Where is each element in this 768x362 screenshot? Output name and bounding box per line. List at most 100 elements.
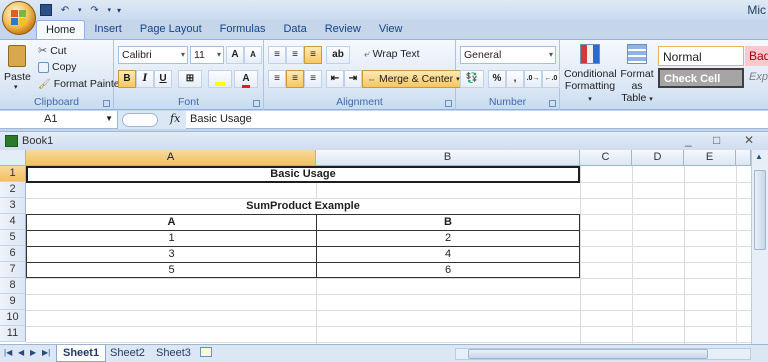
increase-indent-button[interactable]: ⇥ <box>344 70 362 88</box>
shrink-font-button[interactable]: A <box>244 46 262 64</box>
prev-sheet-icon[interactable]: ◀ <box>18 348 24 357</box>
font-launcher-icon[interactable] <box>253 100 260 107</box>
row-header-11[interactable]: 11 <box>0 326 26 342</box>
horizontal-scroll-thumb[interactable] <box>468 349 708 359</box>
redo-dropdown-icon[interactable]: ▾ <box>108 6 112 14</box>
save-icon[interactable] <box>40 4 52 16</box>
close-button[interactable]: ✕ <box>744 133 754 147</box>
paste-button[interactable]: Paste ▾ <box>4 43 32 93</box>
font-family-select[interactable]: Calibri ▾ <box>118 46 188 64</box>
tab-page-layout[interactable]: Page Layout <box>131 20 211 40</box>
customize-qat-icon[interactable]: ▾ <box>117 6 121 15</box>
clipboard-launcher-icon[interactable] <box>103 100 110 107</box>
cell-b4[interactable]: B <box>317 215 579 230</box>
decrease-decimal-button[interactable]: ←.0 <box>542 70 560 88</box>
insert-function-button[interactable]: fx <box>170 112 180 125</box>
align-left-button[interactable]: ≡ <box>268 70 286 88</box>
cut-button[interactable]: ✂ Cut <box>38 44 67 58</box>
sheet-tab-2[interactable]: Sheet2 <box>104 345 151 362</box>
percent-style-button[interactable]: % <box>488 70 506 88</box>
select-all-corner[interactable] <box>0 150 26 166</box>
insert-sheet-button[interactable] <box>194 345 218 362</box>
tab-insert[interactable]: Insert <box>85 20 131 40</box>
grow-font-button[interactable]: A <box>226 46 244 64</box>
tab-review[interactable]: Review <box>316 20 370 40</box>
style-explanatory[interactable]: Expl <box>745 68 768 88</box>
column-header-a[interactable]: A <box>26 150 316 166</box>
cell-a3-merged[interactable]: SumProduct Example <box>26 198 580 214</box>
align-top-button[interactable]: ≡ <box>268 46 286 64</box>
sheet-tab-1[interactable]: Sheet1 <box>56 345 107 362</box>
worksheet-grid[interactable]: A B C D E 1 2 3 4 5 6 7 8 9 10 11 Basic … <box>0 150 768 344</box>
sheet-tab-3[interactable]: Sheet3 <box>150 345 197 362</box>
row-header-5[interactable]: 5 <box>0 230 26 246</box>
column-header-c[interactable]: C <box>580 150 632 166</box>
row-header-9[interactable]: 9 <box>0 294 26 310</box>
align-middle-button[interactable]: ≡ <box>286 46 304 64</box>
cell-a4[interactable]: A <box>27 215 316 230</box>
orientation-button[interactable]: ab <box>326 46 350 64</box>
first-sheet-icon[interactable]: |◀ <box>4 348 12 357</box>
comma-style-button[interactable]: , <box>506 70 524 88</box>
column-header-e[interactable]: E <box>684 150 736 166</box>
style-normal[interactable]: Normal <box>658 46 744 66</box>
conditional-formatting-button[interactable]: Conditional Formatting ▾ <box>564 42 617 103</box>
underline-button[interactable]: U <box>154 70 172 88</box>
tab-data[interactable]: Data <box>274 20 315 40</box>
cell-a6[interactable]: 3 <box>27 247 316 262</box>
redo-icon[interactable]: ↷ <box>88 5 102 16</box>
italic-button[interactable]: I <box>136 70 154 88</box>
style-check-cell[interactable]: Check Cell <box>658 68 744 88</box>
cell-a5[interactable]: 1 <box>27 231 316 246</box>
name-box[interactable]: A1 ▼ <box>0 111 118 129</box>
align-bottom-button[interactable]: ≡ <box>304 46 322 64</box>
row-header-2[interactable]: 2 <box>0 182 26 198</box>
align-center-button[interactable]: ≡ <box>286 70 304 88</box>
bold-button[interactable]: B <box>118 70 136 88</box>
row-header-4[interactable]: 4 <box>0 214 26 230</box>
number-launcher-icon[interactable] <box>549 100 556 107</box>
accounting-format-button[interactable]: 💱 <box>460 70 484 88</box>
cell-a7[interactable]: 5 <box>27 263 316 278</box>
fill-color-button[interactable] <box>208 70 232 88</box>
row-header-3[interactable]: 3 <box>0 198 26 214</box>
tab-home[interactable]: Home <box>36 20 86 40</box>
row-header-8[interactable]: 8 <box>0 278 26 294</box>
cell-b5[interactable]: 2 <box>317 231 579 246</box>
row-header-7[interactable]: 7 <box>0 262 26 278</box>
scroll-up-icon[interactable]: ▲ <box>755 152 763 161</box>
vertical-scrollbar[interactable]: ▲ <box>751 150 768 344</box>
cell-b6[interactable]: 4 <box>317 247 579 262</box>
decrease-indent-button[interactable]: ⇤ <box>326 70 344 88</box>
style-bad[interactable]: Bad <box>745 46 768 66</box>
copy-button[interactable]: Copy <box>38 61 77 73</box>
font-size-select[interactable]: 11 ▾ <box>190 46 224 64</box>
merge-center-button[interactable]: ⇔ Merge & Center ▾ <box>362 70 465 88</box>
column-header-d[interactable]: D <box>632 150 684 166</box>
last-sheet-icon[interactable]: ▶| <box>42 348 50 357</box>
horizontal-scrollbar[interactable] <box>455 348 751 360</box>
minimize-button[interactable]: _ <box>685 133 692 147</box>
row-header-6[interactable]: 6 <box>0 246 26 262</box>
font-color-button[interactable]: A <box>234 70 258 88</box>
cell-b7[interactable]: 6 <box>317 263 579 278</box>
wrap-text-button[interactable]: ⤶ Wrap Text <box>364 48 420 60</box>
office-button[interactable] <box>2 1 36 35</box>
column-header-f[interactable] <box>736 150 751 166</box>
formula-input[interactable]: Basic Usage <box>190 113 252 125</box>
undo-icon[interactable]: ↶ <box>58 5 72 16</box>
borders-button[interactable]: ⊞ <box>178 70 202 88</box>
row-header-1[interactable]: 1 <box>0 166 26 182</box>
alignment-launcher-icon[interactable] <box>445 100 452 107</box>
format-painter-button[interactable]: 🖌 Format Painter <box>38 78 123 90</box>
align-right-button[interactable]: ≡ <box>304 70 322 88</box>
tab-formulas[interactable]: Formulas <box>211 20 275 40</box>
tab-view[interactable]: View <box>370 20 412 40</box>
vertical-scroll-thumb[interactable] <box>754 170 766 250</box>
column-header-b[interactable]: B <box>316 150 580 166</box>
row-header-10[interactable]: 10 <box>0 310 26 326</box>
format-as-table-button[interactable]: Format as Table ▾ <box>616 42 658 104</box>
increase-decimal-button[interactable]: .0→ <box>524 70 542 88</box>
number-format-select[interactable]: General ▾ <box>460 46 556 64</box>
next-sheet-icon[interactable]: ▶ <box>30 348 36 357</box>
